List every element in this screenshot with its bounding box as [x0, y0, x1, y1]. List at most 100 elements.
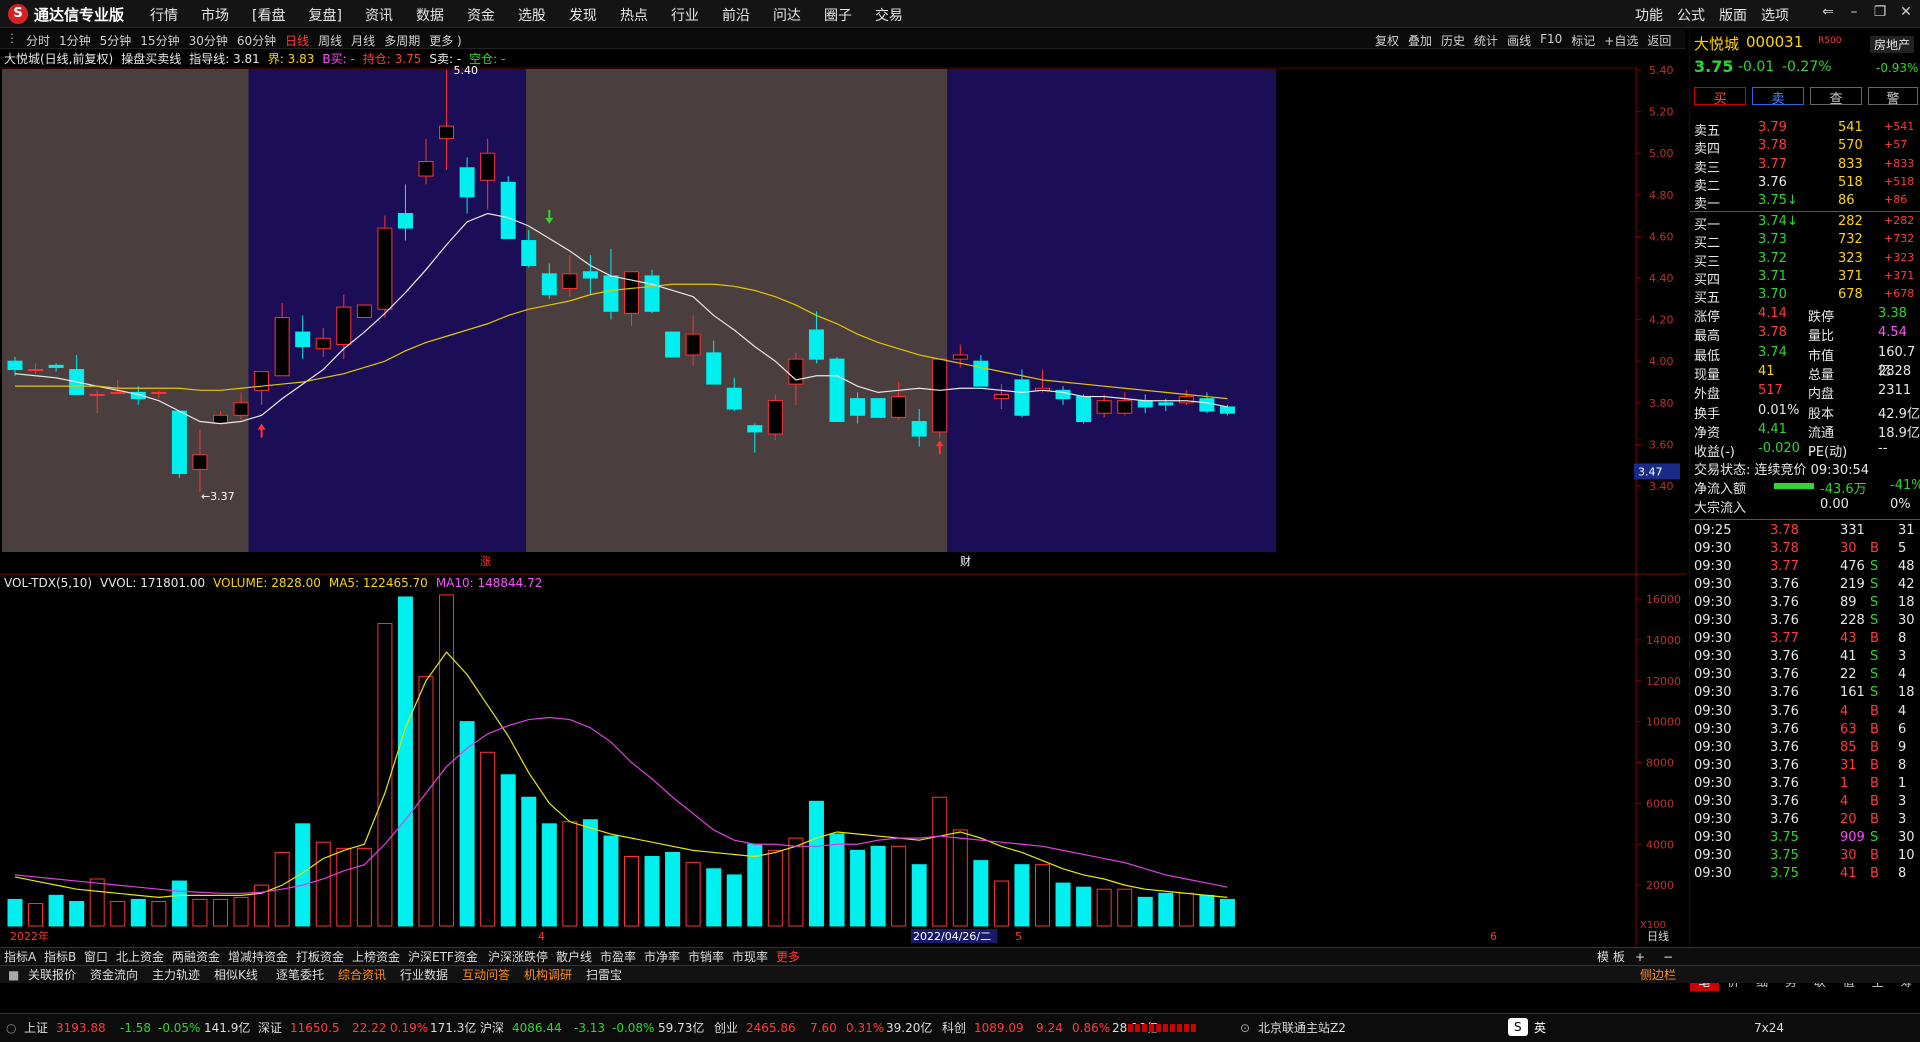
indicator-tab-14[interactable]: 市现率	[732, 948, 768, 966]
info-tab-6[interactable]: 行业数据	[400, 966, 448, 984]
tool-2[interactable]: 历史	[1441, 32, 1465, 49]
period-tab-6[interactable]: 日线	[285, 32, 309, 49]
indicator-tab-2[interactable]: 窗口	[84, 948, 108, 966]
restore-icon[interactable]: ❐	[1867, 4, 1893, 20]
tool-6[interactable]: 标记	[1571, 32, 1595, 49]
menu-item-6[interactable]: 资金	[467, 5, 495, 25]
period-tab-2[interactable]: 5分钟	[100, 32, 132, 49]
indicator-tab-12[interactable]: 市净率	[644, 948, 680, 966]
info-tab-5[interactable]: 综合资讯	[338, 966, 386, 984]
indicator-tab-3[interactable]: 北上资金	[116, 948, 164, 966]
minimize-icon[interactable]: –	[1841, 4, 1867, 20]
sell-button[interactable]: 卖	[1752, 87, 1804, 107]
period-tab-5[interactable]: 60分钟	[237, 32, 276, 49]
indicator-tab-7[interactable]: 上榜资金	[352, 948, 400, 966]
indicator-tab-10[interactable]: 散户线	[556, 948, 592, 966]
asks-row[interactable]: 卖三 3.77 833 +833	[1690, 157, 1920, 176]
template-control-2[interactable]: −	[1663, 948, 1673, 966]
indicator-tab-11[interactable]: 市盈率	[600, 948, 636, 966]
indicator-tab-9[interactable]: 沪深涨跌停	[488, 948, 548, 966]
flow-row: 大宗流入 0.00 0%	[1690, 497, 1920, 516]
alert-button[interactable]: 警	[1868, 87, 1918, 107]
menu-item-8[interactable]: 发现	[569, 5, 597, 25]
indicator-name[interactable]: 操盘买卖线	[121, 50, 181, 67]
bids-row[interactable]: 买五 3.70 678 +678	[1690, 287, 1920, 306]
info-tab-2[interactable]: 主力轨迹	[152, 966, 200, 984]
menu-item-9[interactable]: 热点	[620, 5, 648, 25]
menu-item-13[interactable]: 圈子	[824, 5, 852, 25]
tool-4[interactable]: 画线	[1507, 32, 1531, 49]
menu-item-11[interactable]: 前沿	[722, 5, 750, 25]
tool-8[interactable]: 返回	[1647, 32, 1671, 49]
grid-icon[interactable]: ⋮	[6, 31, 18, 45]
period-tab-9[interactable]: 多周期	[384, 32, 420, 49]
sidebar-button[interactable]: 侧边栏	[1640, 966, 1676, 984]
info-tab-9[interactable]: 扫雷宝	[586, 966, 622, 984]
volume-bar	[1117, 888, 1133, 927]
back-icon[interactable]: ⇐	[1815, 4, 1841, 20]
info-tab-4[interactable]: 逐笔委托	[276, 966, 324, 984]
indicator-tab-0[interactable]: 指标A	[4, 948, 36, 966]
info-tab-0[interactable]: 关联报价	[28, 966, 76, 984]
indicator-tab-6[interactable]: 打板资金	[296, 948, 344, 966]
indicator-tab-4[interactable]: 两融资金	[172, 948, 220, 966]
tool-3[interactable]: 统计	[1474, 32, 1498, 49]
info-tab-7[interactable]: 互动问答	[462, 966, 510, 984]
asks-row[interactable]: 卖一 3.75↓ 86 +86	[1690, 193, 1920, 212]
tool-0[interactable]: 复权	[1375, 32, 1399, 49]
bids-row[interactable]: 买一 3.74↓ 282 +282	[1690, 214, 1920, 233]
bids-row[interactable]: 买四 3.71 371 +371	[1690, 269, 1920, 288]
buy-button[interactable]: 买	[1694, 87, 1746, 107]
indicator-tab-1[interactable]: 指标B	[44, 948, 76, 966]
asks-row[interactable]: 卖五 3.79 541 +541	[1690, 120, 1920, 139]
asks-row[interactable]: 卖二 3.76 518 +518	[1690, 175, 1920, 194]
indicator-tab-5[interactable]: 增减持资金	[228, 948, 288, 966]
menu-item-7[interactable]: 选股	[518, 5, 546, 25]
menu-item-14[interactable]: 交易	[875, 5, 903, 25]
period-tab-8[interactable]: 月线	[351, 32, 375, 49]
info-tab-3[interactable]: 相似K线	[214, 966, 258, 984]
close-icon[interactable]: ✕	[1893, 4, 1919, 20]
menu-item-5[interactable]: 数据	[416, 5, 444, 25]
indicator-tab-13[interactable]: 市销率	[688, 948, 724, 966]
kline-chart[interactable]: 5.405.205.004.804.604.404.204.003.803.60…	[0, 49, 1686, 947]
period-tab-0[interactable]: 分时	[26, 32, 50, 49]
query-button[interactable]: 查	[1810, 87, 1862, 107]
template-control-1[interactable]: +	[1635, 948, 1645, 966]
indicator-tab-15[interactable]: 更多	[776, 948, 800, 966]
tool-7[interactable]: +自选	[1604, 32, 1638, 49]
period-tab-10[interactable]: 更多 )	[429, 32, 462, 49]
period-tab-4[interactable]: 30分钟	[189, 32, 228, 49]
right-menu-item-0[interactable]: 功能	[1635, 5, 1663, 25]
tool-1[interactable]: 叠加	[1408, 32, 1432, 49]
right-menu-item-1[interactable]: 公式	[1677, 5, 1705, 25]
flow-label: 大宗流入	[1694, 501, 1747, 516]
tool-5[interactable]: F10	[1540, 32, 1562, 49]
vol-name[interactable]: VOL-TDX(5,10)	[4, 576, 92, 590]
info-tab-1[interactable]: 资金流向	[90, 966, 138, 984]
menu-square-icon[interactable]: ■	[8, 966, 19, 984]
menu-item-2[interactable]: [看盘	[252, 5, 285, 25]
info-tab-8[interactable]: 机构调研	[524, 966, 572, 984]
ime-icon[interactable]: S	[1508, 1018, 1528, 1036]
tick-cell: 476	[1840, 559, 1865, 575]
menu-item-4[interactable]: 资讯	[365, 5, 393, 25]
period-tab-3[interactable]: 15分钟	[140, 32, 179, 49]
sector-label[interactable]: 房地产	[1870, 36, 1915, 53]
bids-row[interactable]: 买三 3.72 323 +323	[1690, 251, 1920, 270]
status-server[interactable]: 北京联通主站Z2	[1258, 1019, 1346, 1037]
menu-item-3[interactable]: 复盘]	[308, 5, 341, 25]
asks-row[interactable]: 卖四 3.78 570 +57	[1690, 138, 1920, 157]
menu-item-1[interactable]: 市场	[201, 5, 229, 25]
ime-label[interactable]: 英	[1534, 1019, 1546, 1037]
menu-item-12[interactable]: 问达	[773, 5, 801, 25]
template-control-0[interactable]: 模 板	[1597, 948, 1625, 966]
indicator-tab-8[interactable]: 沪深ETF资金	[408, 948, 478, 966]
bids-row[interactable]: 买二 3.73 732 +732	[1690, 232, 1920, 251]
menu-item-10[interactable]: 行业	[671, 5, 699, 25]
menu-item-0[interactable]: 行情	[150, 5, 178, 25]
right-menu-item-3[interactable]: 选项	[1761, 5, 1789, 25]
period-tab-7[interactable]: 周线	[318, 32, 342, 49]
right-menu-item-2[interactable]: 版面	[1719, 5, 1747, 25]
period-tab-1[interactable]: 1分钟	[59, 32, 91, 49]
